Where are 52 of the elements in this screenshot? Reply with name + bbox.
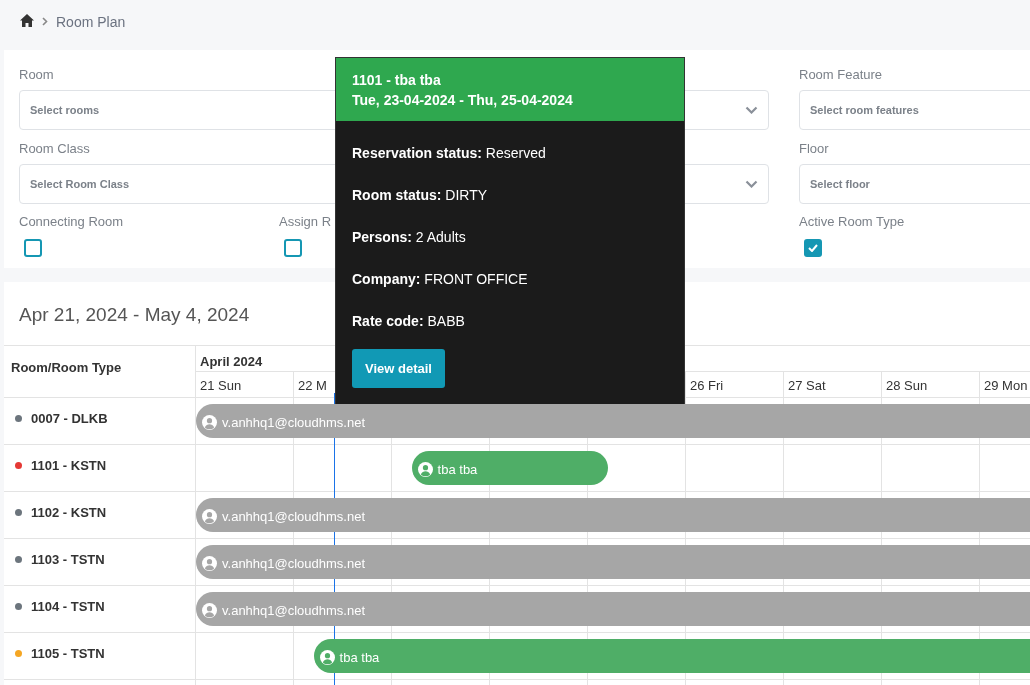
day-header: 22 M xyxy=(298,378,327,393)
field-label: Room Class xyxy=(19,141,90,156)
select-field[interactable]: Select room features xyxy=(799,90,1030,130)
checkbox-label: Active Room Type xyxy=(799,214,905,229)
booking-bar[interactable]: tba tba xyxy=(411,451,608,485)
tooltip-line: Rate code: BABB xyxy=(352,313,465,329)
booking-bar[interactable]: tba tba xyxy=(313,639,1030,673)
tooltip-line: Persons: 2 Adults xyxy=(352,229,466,245)
day-header: 28 Sun xyxy=(886,378,928,393)
date-range: Apr 21, 2024 - May 4, 2024 xyxy=(19,304,250,325)
month-header: April 2024 xyxy=(200,354,263,369)
check-icon xyxy=(808,244,818,252)
room-name: 1101 - KSTN xyxy=(31,457,107,473)
room-name: 1103 - TSTN xyxy=(31,551,105,567)
booking-bar[interactable]: v.anhhq1@cloudhms.net xyxy=(196,498,1030,532)
checkbox[interactable] xyxy=(284,239,302,257)
breadcrumb-current: Room Plan xyxy=(56,14,126,30)
view-detail-button[interactable]: View detail xyxy=(352,349,445,388)
person-icon xyxy=(202,415,217,430)
chevron-down-icon xyxy=(745,106,758,114)
person-icon xyxy=(417,462,433,477)
field-label: Floor xyxy=(799,141,829,156)
checkbox[interactable] xyxy=(804,239,822,257)
home-icon[interactable] xyxy=(20,14,34,27)
day-header: 26 Fri xyxy=(690,378,724,393)
chevron-down-icon xyxy=(745,180,758,188)
room-name: 1104 - TSTN xyxy=(31,598,105,614)
checkbox-label: Assign R xyxy=(279,214,332,229)
tooltip-title: 1101 - tba tba xyxy=(352,72,441,88)
tooltip-line: Reservation status: Reserved xyxy=(352,145,546,161)
tooltip-line: Room status: DIRTY xyxy=(352,187,488,203)
select-field[interactable]: Select floor xyxy=(799,164,1030,204)
person-icon xyxy=(202,603,217,618)
chevron-right-icon xyxy=(42,17,48,26)
room-name: 0007 - DLKB xyxy=(31,410,108,426)
booking-bar[interactable]: v.anhhq1@cloudhms.net xyxy=(196,592,1030,626)
field-label: Room xyxy=(19,67,54,82)
booking-bar[interactable]: v.anhhq1@cloudhms.net xyxy=(196,545,1030,579)
day-header: 29 Mon xyxy=(984,378,1028,393)
person-icon xyxy=(202,509,217,524)
room-name: 1105 - TSTN xyxy=(31,645,105,661)
field-label: Room Feature xyxy=(799,67,883,82)
room-name: 1102 - KSTN xyxy=(31,504,107,520)
person-icon xyxy=(319,650,335,665)
person-icon xyxy=(202,556,217,571)
column-header: Room/Room Type xyxy=(11,360,122,375)
checkbox-label: Connecting Room xyxy=(19,214,124,229)
tooltip-line: Company: FRONT OFFICE xyxy=(352,271,528,287)
day-header: 21 Sun xyxy=(200,378,242,393)
booking-bar[interactable]: v.anhhq1@cloudhms.net xyxy=(196,404,1030,438)
checkbox[interactable] xyxy=(24,239,42,257)
day-header: 27 Sat xyxy=(788,378,826,393)
